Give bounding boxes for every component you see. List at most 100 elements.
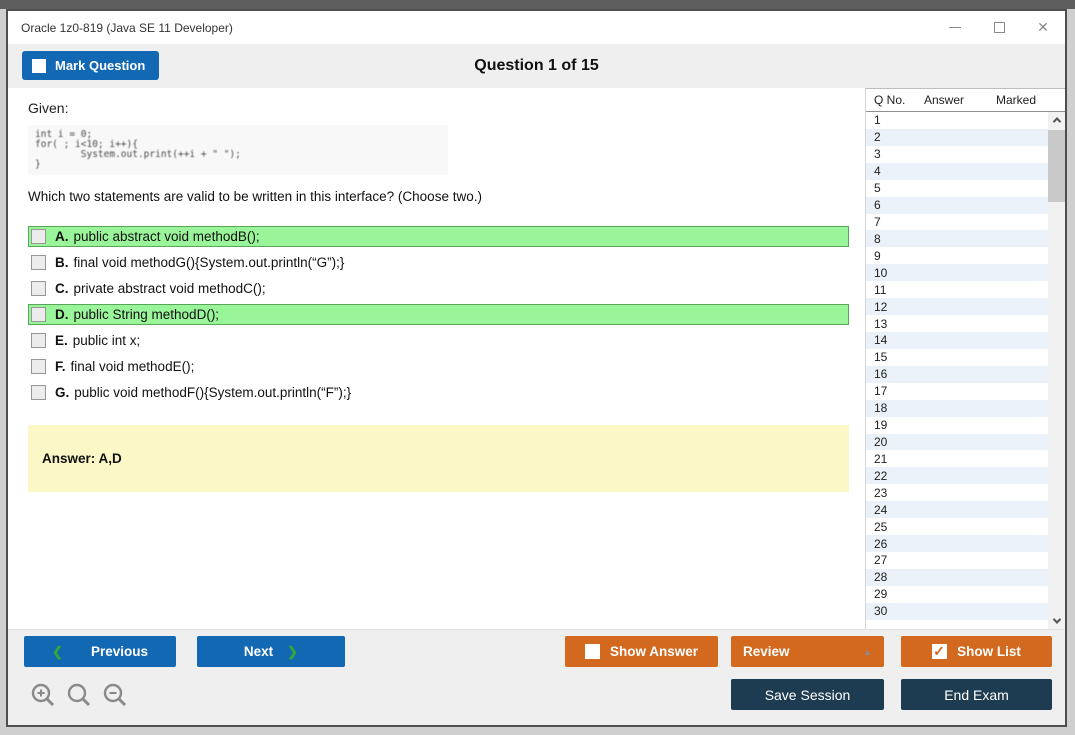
column-header-marked: Marked bbox=[996, 93, 1037, 107]
question-list-row-6[interactable]: 6 bbox=[866, 196, 1048, 214]
scroll-down-icon[interactable] bbox=[1048, 613, 1065, 629]
column-header-answer: Answer bbox=[924, 93, 965, 107]
show-answer-button[interactable]: Show Answer bbox=[565, 636, 718, 667]
next-button[interactable]: Next ❯ bbox=[197, 636, 345, 667]
question-list-row-5[interactable]: 5 bbox=[866, 179, 1048, 197]
qrow-number: 2 bbox=[874, 130, 881, 145]
option-row-a[interactable]: A. public abstract void methodB(); bbox=[28, 226, 849, 247]
option-checkbox[interactable] bbox=[31, 333, 46, 348]
option-checkbox[interactable] bbox=[31, 255, 46, 270]
question-list-row-23[interactable]: 23 bbox=[866, 484, 1048, 502]
question-list-scrollbar[interactable] bbox=[1048, 112, 1065, 629]
mark-question-label: Mark Question bbox=[55, 58, 146, 73]
option-text: final void methodG(){System.out.println(… bbox=[73, 255, 345, 270]
qrow-number: 21 bbox=[874, 451, 888, 466]
qrow-number: 24 bbox=[874, 502, 888, 517]
question-list-row-30[interactable]: 30 bbox=[866, 602, 1048, 620]
previous-chevron-icon: ❮ bbox=[52, 643, 63, 659]
question-list-row-13[interactable]: 13 bbox=[866, 315, 1048, 332]
close-icon[interactable]: ✕ bbox=[1021, 11, 1065, 44]
question-list-row-15[interactable]: 15 bbox=[866, 348, 1048, 366]
mark-question-checkbox[interactable] bbox=[32, 58, 46, 73]
next-label: Next bbox=[243, 644, 274, 659]
question-list-row-7[interactable]: 7 bbox=[866, 213, 1048, 231]
zoom-reset-icon[interactable] bbox=[66, 682, 92, 708]
option-letter: E. bbox=[55, 333, 68, 348]
question-list-row-4[interactable]: 4 bbox=[866, 162, 1048, 180]
show-list-label: Show List bbox=[957, 644, 1021, 659]
window-controls: ✕ bbox=[933, 11, 1065, 44]
qrow-number: 29 bbox=[874, 587, 888, 602]
question-list-row-22[interactable]: 22 bbox=[866, 467, 1048, 485]
option-text: public int x; bbox=[72, 333, 141, 348]
question-list-wrap: 1 2 3 4 5 6 7 8 9 10 11 12 13 14 15 16 17 18 19 20 21 22 23 24 2… bbox=[866, 112, 1065, 629]
option-text: public void methodF(){System.out.println… bbox=[74, 385, 352, 400]
zoom-in-icon[interactable] bbox=[30, 682, 56, 708]
scrollbar-thumb[interactable] bbox=[1048, 130, 1065, 202]
question-prompt: Which two statements are valid to be wri… bbox=[28, 189, 482, 204]
zoom-out-icon[interactable] bbox=[102, 682, 128, 708]
question-list-row-10[interactable]: 10 bbox=[866, 264, 1048, 282]
option-row-g[interactable]: G. public void methodF(){System.out.print… bbox=[28, 382, 849, 403]
option-row-c[interactable]: C. private abstract void methodC(); bbox=[28, 278, 849, 299]
question-list-row-29[interactable]: 29 bbox=[866, 585, 1048, 603]
option-letter: F. bbox=[55, 359, 66, 374]
save-session-button[interactable]: Save Session bbox=[731, 679, 884, 710]
mark-question-button[interactable]: Mark Question bbox=[22, 51, 160, 80]
option-checkbox[interactable] bbox=[31, 359, 46, 374]
question-list-row-25[interactable]: 25 bbox=[866, 518, 1048, 536]
minimize-icon[interactable] bbox=[933, 11, 977, 44]
question-list-row-14[interactable]: 14 bbox=[866, 331, 1048, 349]
review-dropdown[interactable]: Review ▲ bbox=[731, 636, 884, 667]
option-letter: G. bbox=[55, 385, 70, 400]
show-list-button[interactable]: Show List bbox=[901, 636, 1052, 667]
qrow-number: 16 bbox=[874, 367, 888, 382]
qrow-number: 13 bbox=[874, 316, 888, 331]
show-answer-checkbox[interactable] bbox=[584, 644, 600, 659]
maximize-icon[interactable] bbox=[977, 11, 1021, 44]
option-row-b[interactable]: B. final void methodG(){System.out.printl… bbox=[28, 252, 849, 273]
previous-button[interactable]: ❮ Previous bbox=[24, 636, 176, 667]
option-letter: B. bbox=[55, 255, 69, 270]
question-list-row-27[interactable]: 27 bbox=[866, 551, 1048, 569]
scroll-up-icon[interactable] bbox=[1048, 112, 1065, 128]
end-exam-button[interactable]: End Exam bbox=[901, 679, 1052, 710]
question-list-row-11[interactable]: 11 bbox=[866, 281, 1048, 299]
qrow-number: 20 bbox=[874, 434, 888, 449]
code-snippet: int i = 0; for( ; i<10; i++){ System.out… bbox=[28, 125, 448, 175]
options-list: A. public abstract void methodB(); B. final… bbox=[28, 226, 849, 403]
question-list-row-12[interactable]: 12 bbox=[866, 298, 1048, 316]
question-list-row-26[interactable]: 26 bbox=[866, 535, 1048, 552]
question-list-row-8[interactable]: 8 bbox=[866, 230, 1048, 248]
question-list-row-17[interactable]: 17 bbox=[866, 382, 1048, 400]
show-answer-label: Show Answer bbox=[609, 644, 698, 659]
qrow-number: 5 bbox=[874, 181, 881, 196]
question-list-row-24[interactable]: 24 bbox=[866, 501, 1048, 519]
question-list-row-3[interactable]: 3 bbox=[866, 145, 1048, 163]
question-list-row-20[interactable]: 20 bbox=[866, 433, 1048, 451]
option-checkbox[interactable] bbox=[31, 385, 46, 400]
option-checkbox[interactable] bbox=[31, 307, 46, 322]
option-checkbox[interactable] bbox=[31, 229, 46, 244]
main-area: Given: int i = 0; for( ; i<10; i++){ Sys… bbox=[8, 88, 1065, 629]
question-list-row-1[interactable]: 1 bbox=[866, 112, 1048, 129]
question-list-row-18[interactable]: 18 bbox=[866, 399, 1048, 417]
qrow-number: 26 bbox=[874, 536, 888, 551]
option-row-d[interactable]: D. public String methodD(); bbox=[28, 304, 849, 325]
show-list-checkbox[interactable] bbox=[932, 643, 948, 660]
question-list-row-16[interactable]: 16 bbox=[866, 365, 1048, 383]
option-checkbox[interactable] bbox=[31, 281, 46, 296]
question-list-row-2[interactable]: 2 bbox=[866, 128, 1048, 146]
qrow-number: 19 bbox=[874, 418, 888, 433]
question-list-row-21[interactable]: 21 bbox=[866, 450, 1048, 468]
qrow-number: 4 bbox=[874, 164, 881, 179]
question-list-row-19[interactable]: 19 bbox=[866, 416, 1048, 434]
option-row-f[interactable]: F. final void methodE(); bbox=[28, 356, 849, 377]
option-row-e[interactable]: E. public int x; bbox=[28, 330, 849, 351]
question-list-row-9[interactable]: 9 bbox=[866, 247, 1048, 265]
option-letter: A. bbox=[55, 229, 69, 244]
qrow-number: 27 bbox=[874, 553, 888, 568]
question-list-row-28[interactable]: 28 bbox=[866, 568, 1048, 586]
qrow-number: 6 bbox=[874, 198, 881, 213]
qrow-number: 22 bbox=[874, 468, 888, 483]
